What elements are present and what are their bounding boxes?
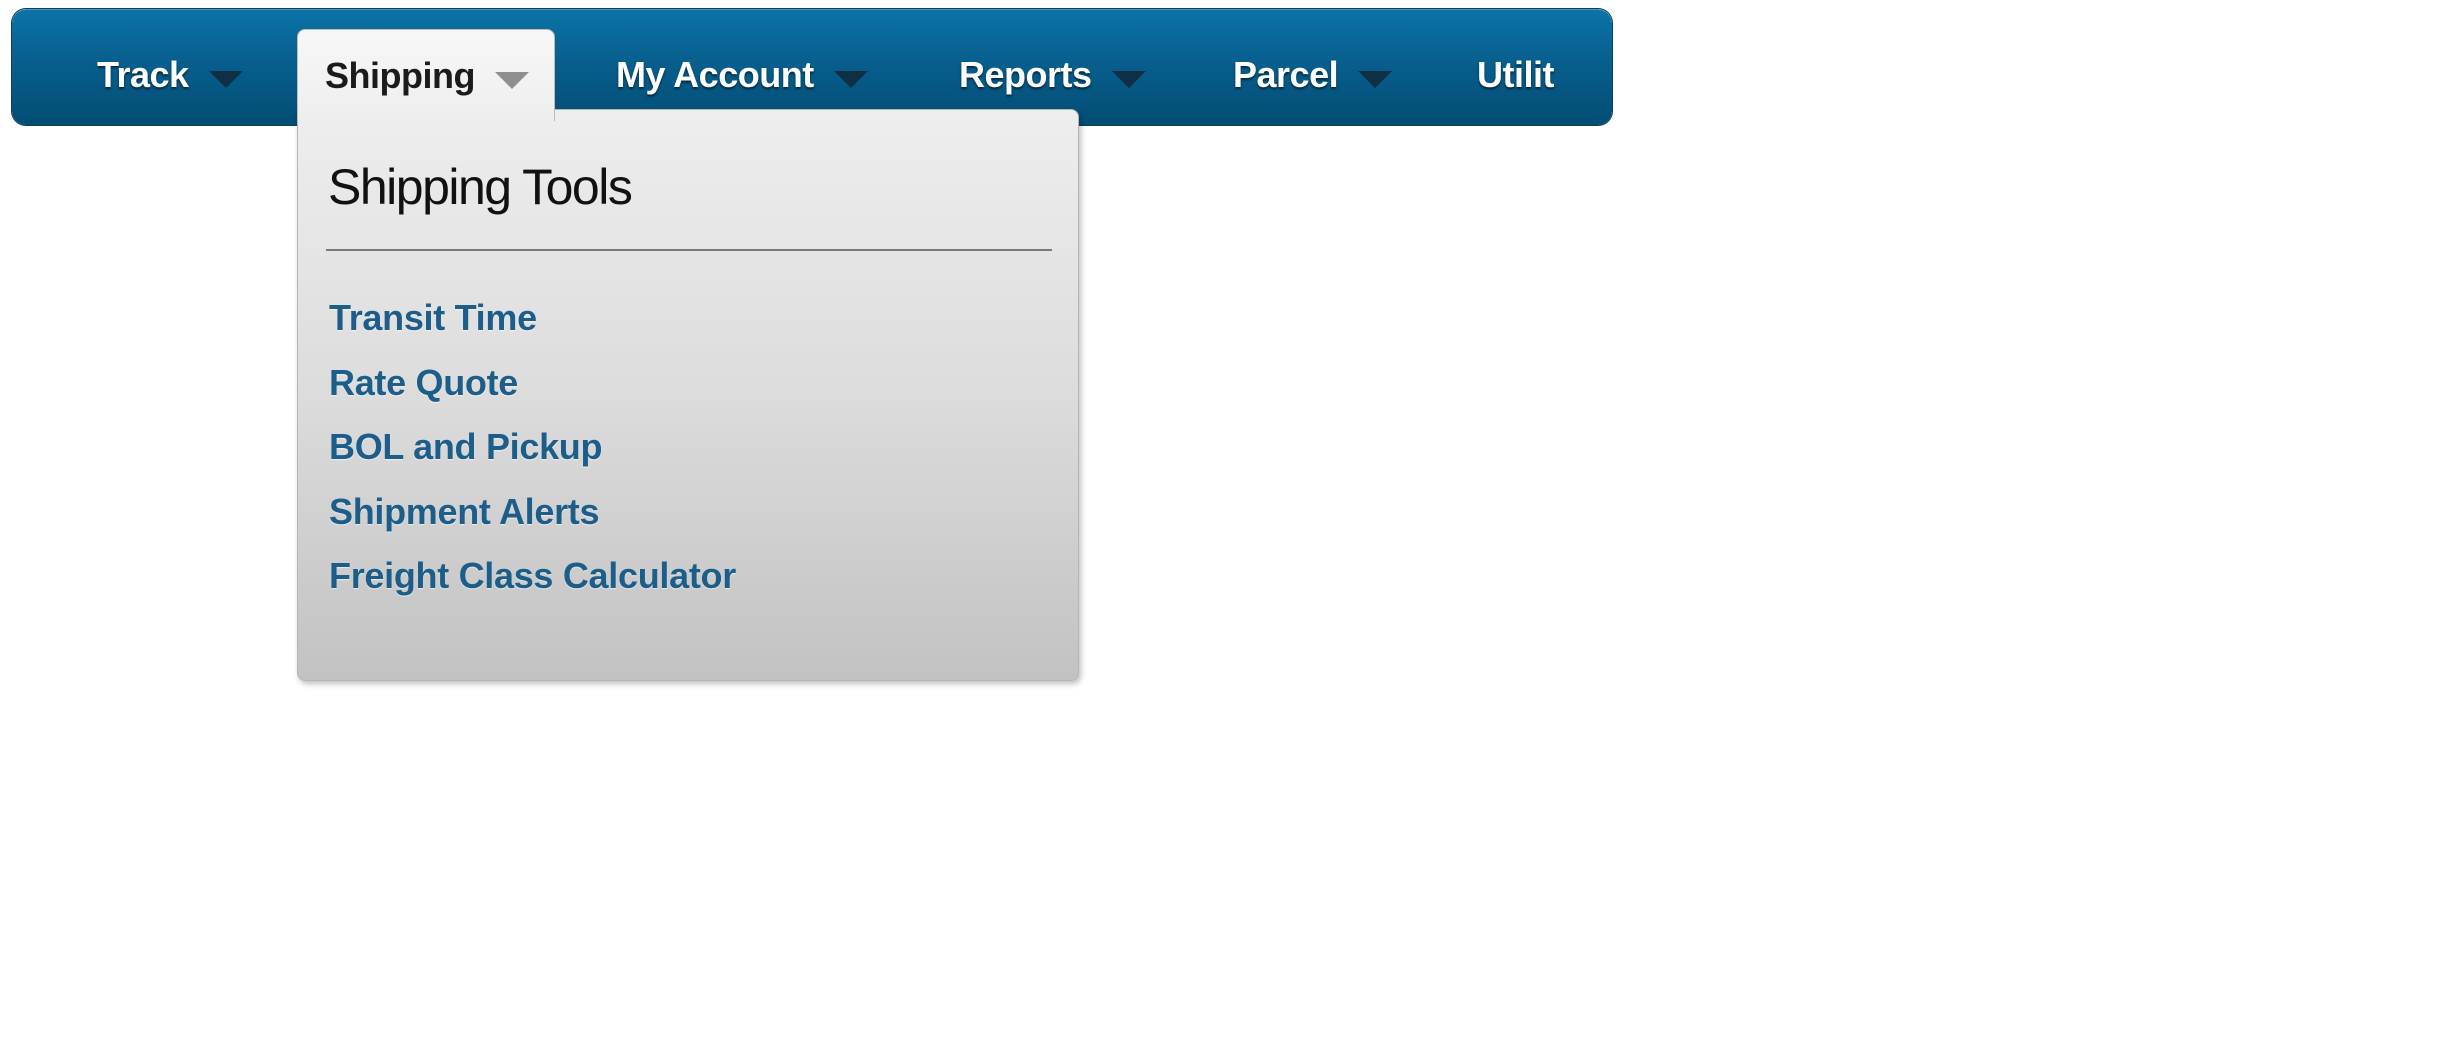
menu-link-transit-time[interactable]: Transit Time bbox=[329, 300, 736, 365]
chevron-down-icon bbox=[494, 72, 529, 89]
nav-item-track[interactable]: Track bbox=[97, 39, 243, 119]
nav-item-utilities[interactable]: Utilit bbox=[1477, 39, 1554, 119]
dropdown-link-list: Transit Time Rate Quote BOL and Pickup S… bbox=[329, 300, 736, 623]
nav-item-my-account[interactable]: My Account bbox=[616, 39, 868, 119]
nav-item-label: Parcel bbox=[1233, 54, 1339, 95]
dropdown-title: Shipping Tools bbox=[328, 159, 633, 215]
nav-item-reports[interactable]: Reports bbox=[959, 39, 1146, 119]
nav-item-label: My Account bbox=[616, 54, 814, 95]
menu-link-freight-class-calculator[interactable]: Freight Class Calculator bbox=[329, 558, 736, 623]
nav-item-label: Reports bbox=[959, 54, 1092, 95]
shipping-dropdown-menu: Shipping Tools Transit Time Rate Quote B… bbox=[297, 109, 1079, 681]
menu-link-shipment-alerts[interactable]: Shipment Alerts bbox=[329, 493, 736, 559]
menu-link-rate-quote[interactable]: Rate Quote bbox=[329, 364, 736, 430]
nav-item-shipping[interactable]: Shipping bbox=[297, 29, 555, 121]
chevron-down-icon bbox=[208, 71, 243, 88]
menu-link-bol-and-pickup[interactable]: BOL and Pickup bbox=[329, 429, 736, 494]
nav-item-label: Track bbox=[97, 54, 189, 95]
chevron-down-icon bbox=[1358, 71, 1393, 88]
chevron-down-icon bbox=[1111, 71, 1146, 88]
main-nav-bar: Track Shipping My Account Reports Parcel… bbox=[12, 9, 1612, 125]
nav-item-label: Shipping bbox=[325, 55, 475, 96]
nav-item-parcel[interactable]: Parcel bbox=[1233, 39, 1393, 119]
dropdown-divider bbox=[326, 249, 1052, 251]
nav-item-label: Utilit bbox=[1477, 54, 1554, 95]
chevron-down-icon bbox=[833, 71, 868, 88]
